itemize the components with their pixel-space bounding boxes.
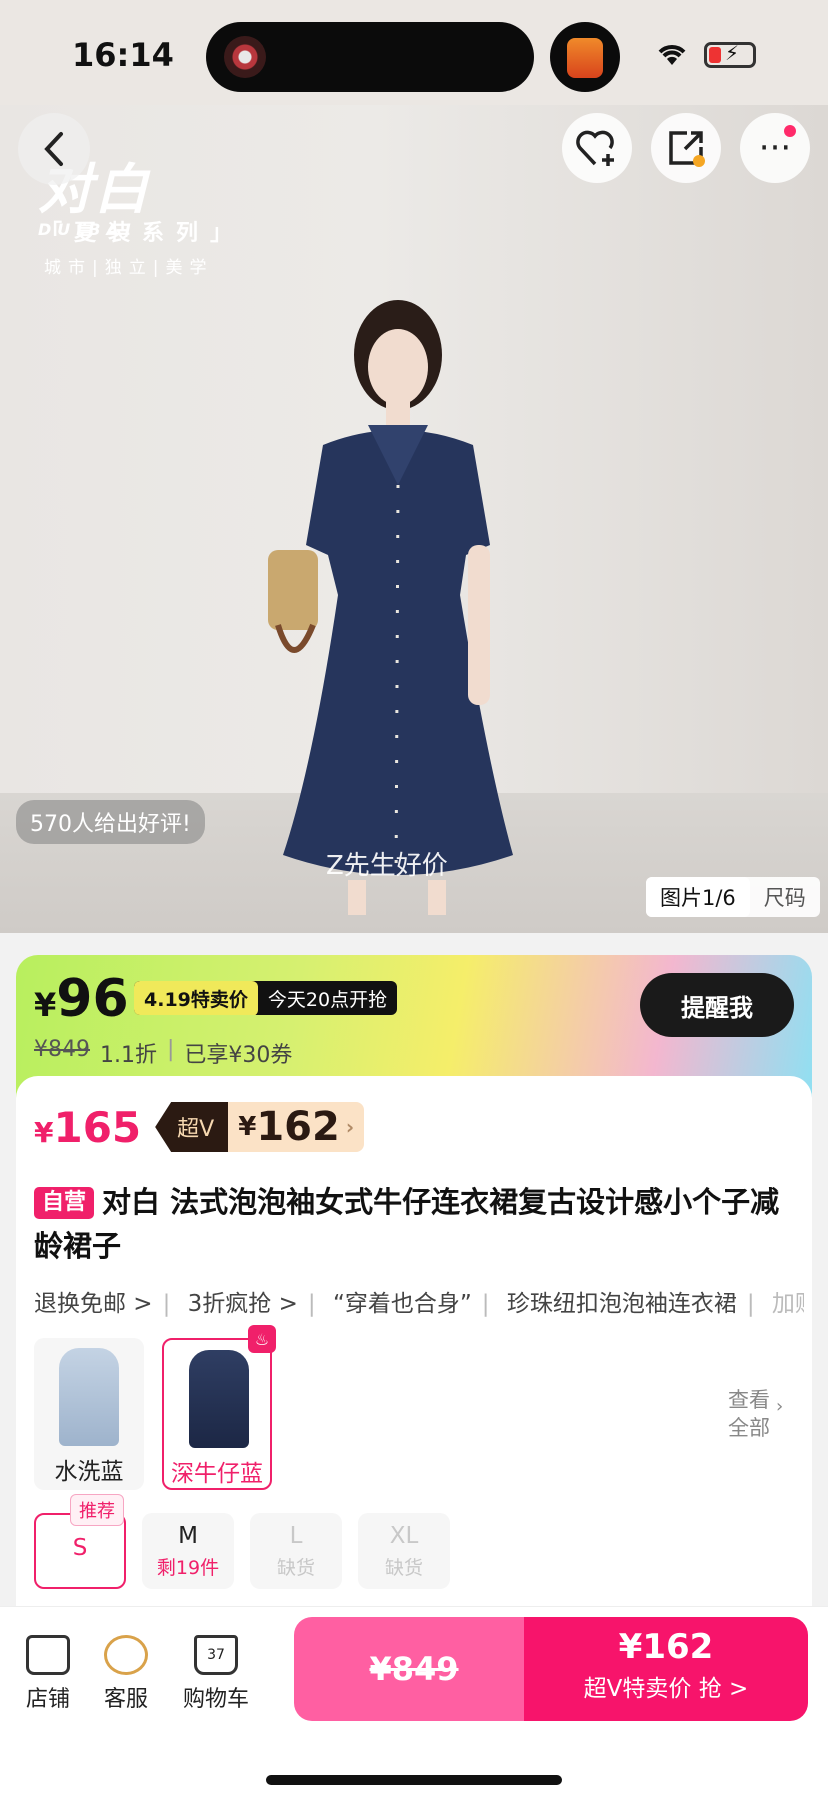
feature-tags: 退换免邮 >| 3折疯抢 >| “穿着也合身”| 珍珠纽扣泡泡袖连衣裙| 加购3… [34, 1284, 804, 1318]
watermark-text: Z先生好价 [326, 851, 448, 881]
size-option-l[interactable]: L 缺货 [250, 1513, 342, 1589]
cart-button[interactable]: 37 购物车 [176, 1635, 256, 1713]
store-icon [26, 1635, 70, 1675]
notification-dot [784, 125, 796, 137]
vip-label: 超V [155, 1102, 229, 1152]
heart-plus-icon [576, 130, 614, 166]
model-dress-image [268, 300, 513, 915]
current-price: ¥165 [34, 1102, 142, 1152]
wifi-icon [655, 40, 689, 75]
more-button[interactable]: ··· [740, 113, 810, 183]
series-text: 「夏装系列」 [40, 221, 245, 246]
product-title: 自营 对白 法式泡泡袖女式牛仔连衣裙复古设计感小个子减龄裙子 [34, 1185, 780, 1263]
customer-service-button[interactable]: 客服 [86, 1635, 166, 1713]
share-button[interactable] [651, 113, 721, 183]
tag-flash-discount[interactable]: 3折疯抢 > [188, 1291, 298, 1317]
tag-free-return[interactable]: 退换免邮 > [34, 1291, 153, 1317]
dynamic-island [206, 22, 534, 92]
vip-price: ¥162 › [228, 1102, 365, 1152]
size-option-m[interactable]: M 剩19件 [142, 1513, 234, 1589]
image-tabs: 图片1/6 尺码 [646, 877, 820, 917]
chevron-right-icon: › [345, 1115, 355, 1139]
status-bar: 16:14 ⚡ [0, 0, 828, 105]
cart-count: 37 [207, 1647, 225, 1663]
headset-icon [104, 1635, 148, 1675]
dress-thumbnail [189, 1350, 249, 1448]
color-option-wash-blue[interactable]: 水洗蓝 [34, 1338, 144, 1490]
coupon-info: 已享¥30券 [184, 1043, 293, 1068]
home-indicator[interactable] [266, 1775, 562, 1785]
flash-sale-details: ¥849 1.1折 | 已享¥30券 [34, 1037, 293, 1068]
slogan-text: 城市|独立|美学 [44, 258, 214, 278]
tag-cart-count: 加购30 [771, 1291, 804, 1317]
remind-me-button[interactable]: 提醒我 [640, 973, 794, 1037]
favorite-button[interactable] [562, 113, 632, 183]
price-row: ¥165 超V ¥162 › [34, 1102, 365, 1152]
discount-rate: 1.1折 [100, 1043, 157, 1068]
self-operated-badge: 自营 [34, 1187, 95, 1219]
flame-icon: ♨ [248, 1325, 276, 1353]
cart-icon: 37 [194, 1635, 238, 1675]
tag-feature: 珍珠纽扣泡泡袖连衣裙 [506, 1291, 737, 1317]
flash-sale-price: ¥96 [34, 969, 129, 1029]
live-activity-icon [550, 22, 620, 92]
store-button[interactable]: 店铺 [8, 1635, 88, 1713]
color-option-dark-denim[interactable]: 深牛仔蓝 [162, 1338, 272, 1490]
buy-vip-price-button[interactable]: ¥162 超V特卖价 抢 > [524, 1617, 808, 1721]
product-page: 16:14 ⚡ 对白 DUIBAI 「夏装系列」 城市|独立|美学 ··· 57… [0, 0, 828, 1795]
chevron-right-icon: › [776, 1396, 784, 1417]
loading-icon [224, 36, 266, 78]
tag-review-quote: “穿着也合身” [332, 1291, 472, 1317]
size-option-xl[interactable]: XL 缺货 [358, 1513, 450, 1589]
view-all-colors[interactable]: 查看 全部 [728, 1386, 770, 1442]
share-icon [669, 131, 705, 167]
buy-original-price-button[interactable]: ¥849 [294, 1617, 534, 1721]
tab-images[interactable]: 图片1/6 [646, 877, 750, 917]
back-button[interactable] [18, 113, 90, 185]
product-info-card: ¥165 超V ¥162 › 自营 对白 法式泡泡袖女式牛仔连衣裙复古设计感小个子减… [16, 1076, 812, 1606]
flash-sale-tag: 4.19特卖价 今天20点开抢 [134, 981, 398, 1015]
recommend-tag: 推荐 [70, 1494, 124, 1526]
bottom-action-bar: 店铺 客服 37 购物车 ¥849 ¥162 超V特卖价 抢 > [0, 1606, 828, 1795]
clock: 16:14 [72, 36, 174, 74]
product-image[interactable]: 对白 DUIBAI 「夏装系列」 城市|独立|美学 ··· 570人给出好评! … [0, 105, 828, 933]
vip-price-badge[interactable]: 超V ¥162 › [155, 1102, 365, 1152]
rating-chip[interactable]: 570人给出好评! [16, 800, 205, 844]
battery-icon: ⚡ [704, 41, 756, 68]
original-price: ¥849 [34, 1037, 90, 1062]
dress-thumbnail [59, 1348, 119, 1446]
chevron-left-icon [44, 132, 63, 166]
tab-size-chart[interactable]: 尺码 [750, 877, 820, 917]
